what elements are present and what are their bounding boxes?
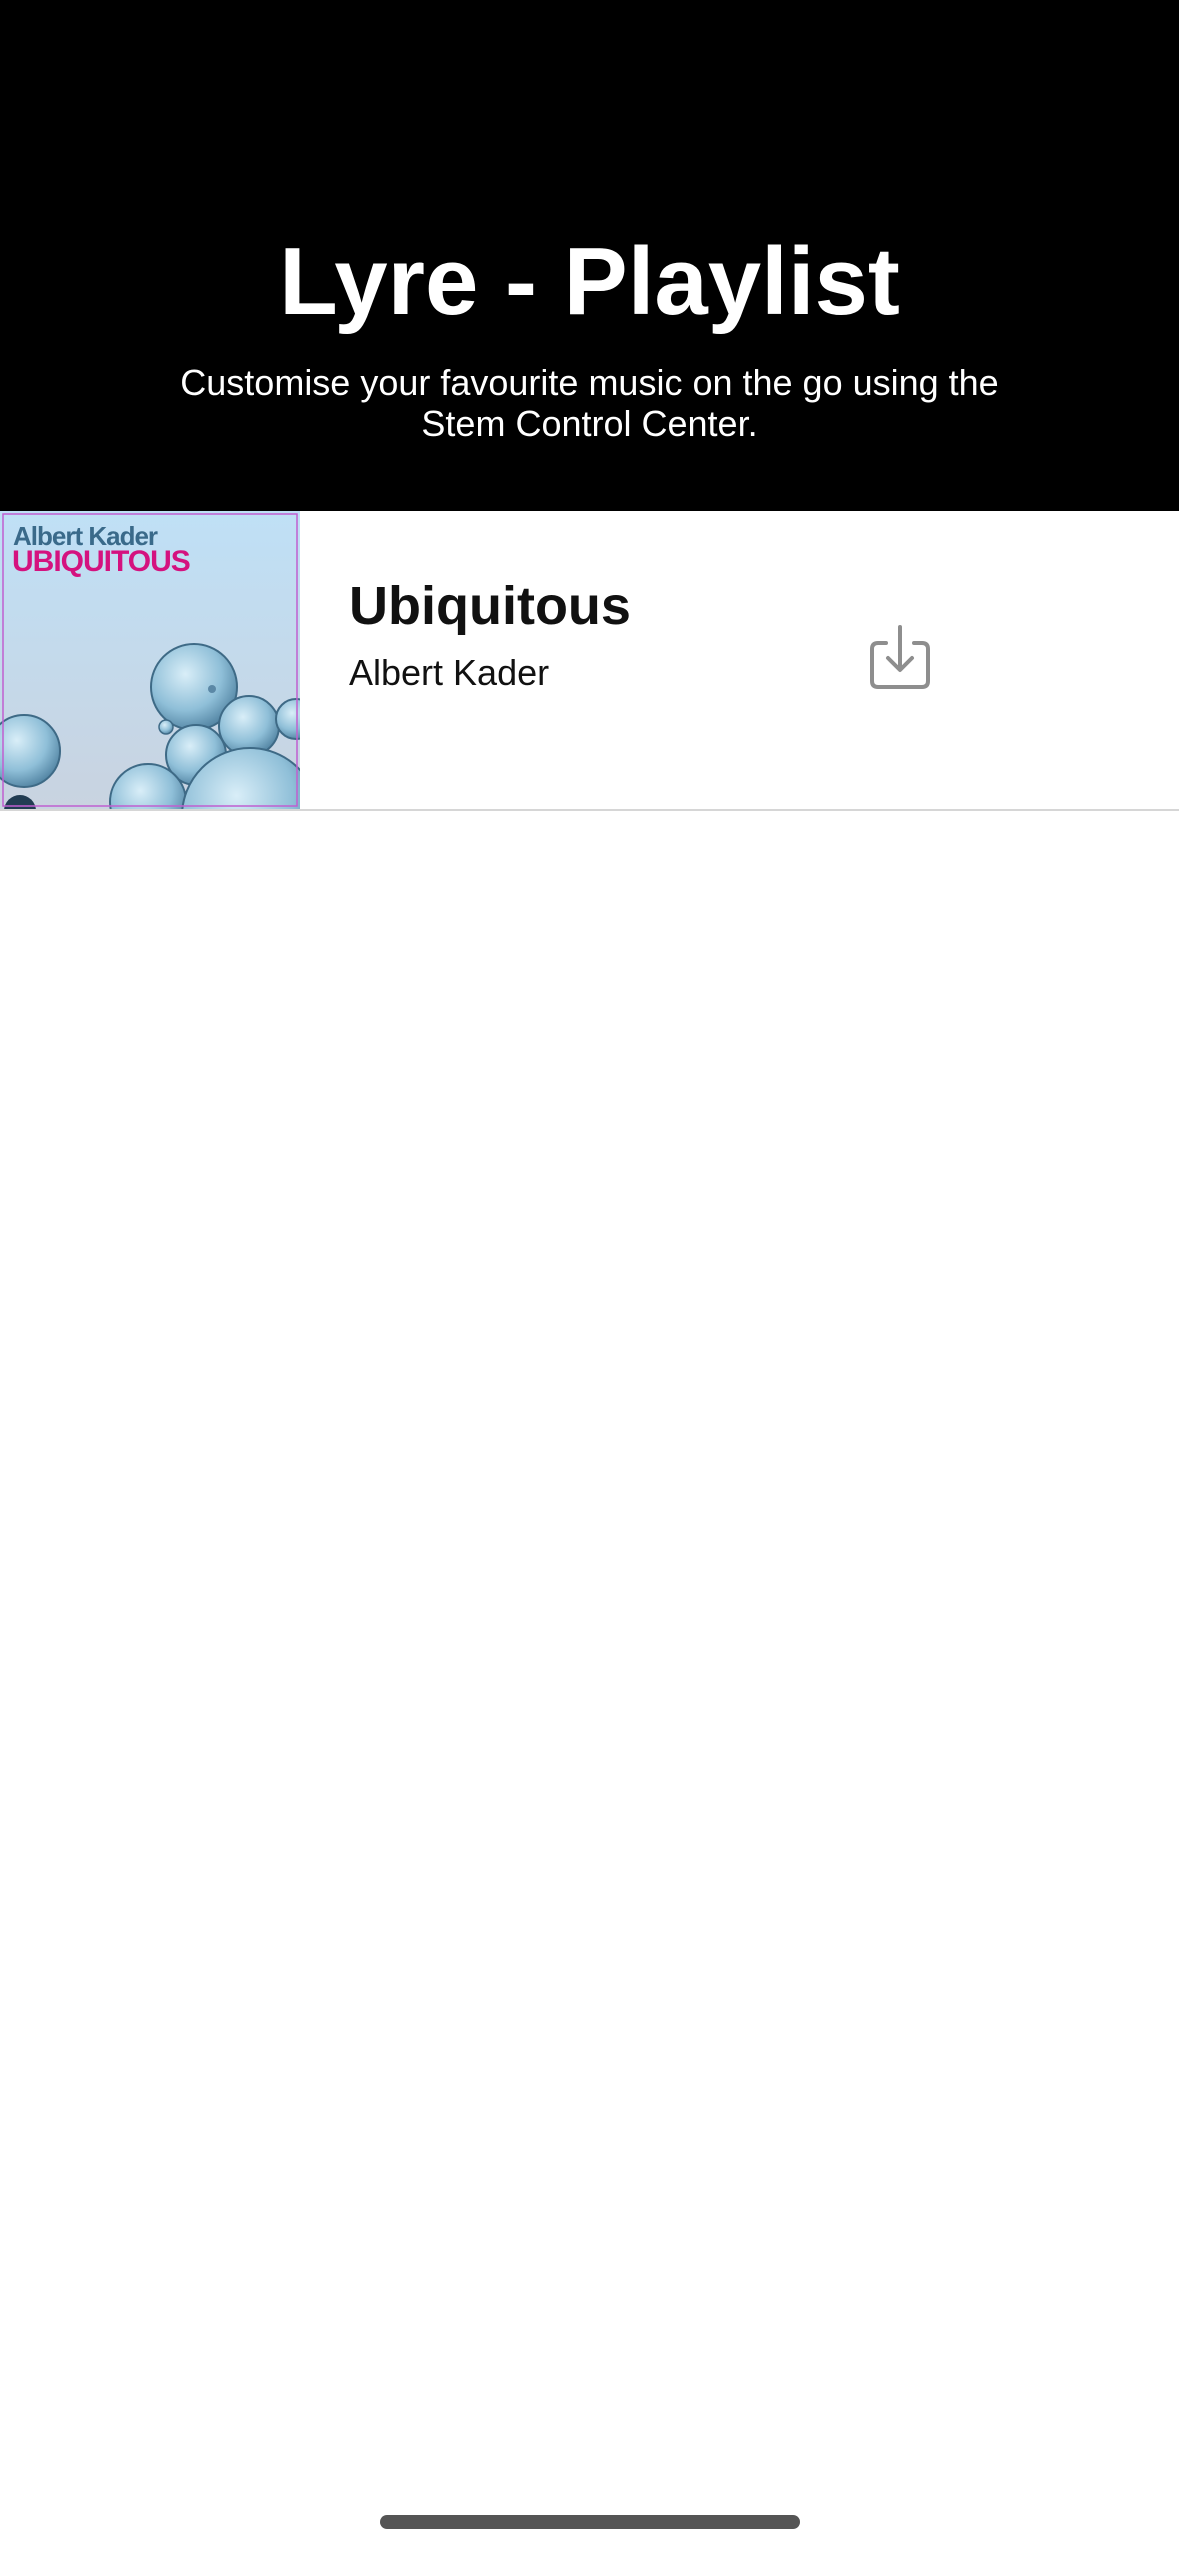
download-icon: [870, 625, 930, 689]
track-title: Ubiquitous: [349, 576, 631, 636]
home-indicator[interactable]: [380, 2515, 800, 2529]
cover-album-text: UBIQUITOUS: [12, 545, 191, 578]
header: Lyre - Playlist Customise your favourite…: [0, 0, 1179, 511]
track-artist: Albert Kader: [349, 652, 550, 693]
page-title: Lyre - Playlist: [279, 228, 900, 335]
album-cover: Albert Kader UBIQUITOUS: [0, 511, 300, 809]
list-item[interactable]: Albert Kader UBIQUITOUS Ubiquitous Alber…: [0, 511, 1179, 811]
playlist-screen: Lyre - Playlist Customise your favourite…: [0, 0, 1179, 2556]
page-subtitle: Customise your favourite music on the go…: [180, 362, 999, 444]
download-button[interactable]: [862, 621, 938, 697]
